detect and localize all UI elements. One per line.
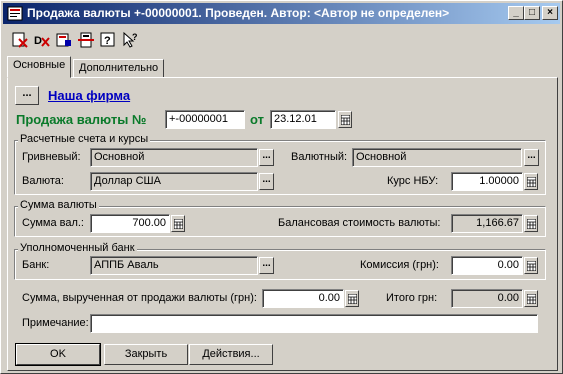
ok-button[interactable]: OK — [15, 343, 101, 366]
currency-select-button[interactable]: ... — [259, 173, 274, 190]
uah-account-field[interactable]: Основной — [90, 148, 258, 167]
total-label: Итого грн: — [386, 292, 438, 304]
delete-mark-icon[interactable] — [11, 31, 29, 49]
post-icon[interactable] — [55, 31, 73, 49]
uah-account-label: Гривневый: — [22, 151, 81, 163]
document-icon — [7, 6, 23, 21]
balance-calc-button[interactable] — [524, 215, 538, 232]
context-help-icon[interactable]: ? — [121, 31, 139, 49]
rate-calc-button[interactable] — [524, 173, 538, 190]
note-label: Примечание: — [22, 317, 89, 329]
firm-select-button[interactable]: ... — [15, 86, 39, 105]
rate-field[interactable]: 1.00000 — [451, 172, 523, 191]
tab-additional[interactable]: Дополнительно — [73, 59, 165, 77]
currency-field[interactable]: Доллар США — [90, 172, 258, 191]
firm-link[interactable]: Наша фирма — [48, 88, 130, 103]
window-title: Продажа валюты +-00000001. Проведен. Авт… — [27, 6, 450, 20]
total-calc-button[interactable] — [524, 290, 538, 307]
bank-field[interactable]: АППБ Аваль — [90, 256, 258, 275]
fx-account-field[interactable]: Основной — [352, 148, 522, 167]
sum-group-title: Сумма валюты — [18, 199, 99, 211]
help-icon[interactable]: ? — [99, 31, 117, 49]
calculator-icon — [174, 219, 183, 229]
proceeds-calc-button[interactable] — [345, 290, 359, 307]
svg-text:?: ? — [104, 35, 111, 47]
calculator-icon — [348, 294, 357, 304]
calendar-button[interactable] — [338, 111, 352, 128]
main-panel: ... Наша фирма Продажа валюты № +-000000… — [7, 77, 558, 371]
balance-field: 1,166.67 — [451, 214, 523, 233]
tab-main[interactable]: Основные — [7, 56, 72, 78]
calculator-icon — [527, 177, 536, 187]
date-field[interactable]: 23.12.01 — [270, 110, 336, 129]
accounts-group-title: Расчетные счета и курсы — [18, 133, 151, 145]
sum-calc-button[interactable] — [171, 215, 185, 232]
fee-calc-button[interactable] — [524, 257, 538, 274]
doc-number-field[interactable]: +-00000001 — [165, 110, 245, 129]
uah-account-select-button[interactable]: ... — [259, 149, 274, 166]
calculator-icon — [527, 294, 536, 304]
structure-icon[interactable] — [77, 31, 95, 49]
date-label: от — [250, 112, 264, 127]
currency-label: Валюта: — [22, 175, 64, 187]
bank-select-button[interactable]: ... — [259, 257, 274, 274]
bank-label: Банк: — [22, 259, 50, 271]
close-window-button[interactable]: × — [542, 6, 558, 20]
title-bar[interactable]: Продажа валюты +-00000001. Проведен. Авт… — [3, 3, 560, 24]
bank-group-title: Уполномоченный банк — [18, 242, 137, 254]
sum-label: Сумма вал.: — [22, 217, 84, 229]
calculator-icon — [527, 219, 536, 229]
svg-text:?: ? — [132, 32, 138, 42]
maximize-button[interactable]: □ — [524, 6, 540, 20]
sum-field[interactable]: 700.00 — [90, 214, 170, 233]
svg-text:D: D — [34, 35, 42, 47]
rate-label: Курс НБУ: — [387, 175, 439, 187]
fx-account-select-button[interactable]: ... — [524, 149, 539, 166]
actions-button[interactable]: Действия... — [189, 344, 273, 365]
fx-account-label: Валютный: — [291, 151, 348, 163]
calendar-icon — [341, 115, 350, 125]
fee-label: Комиссия (грн): — [360, 259, 439, 271]
calculator-icon — [527, 261, 536, 271]
total-field: 0.00 — [451, 289, 523, 308]
close-button[interactable]: Закрыть — [104, 344, 188, 365]
delete-icon[interactable]: D — [33, 31, 51, 49]
fee-field[interactable]: 0.00 — [451, 256, 523, 275]
doc-number-label: Продажа валюты № — [16, 112, 147, 127]
note-field[interactable] — [90, 314, 538, 333]
document-window: Продажа валюты +-00000001. Проведен. Авт… — [0, 0, 563, 374]
proceeds-label: Сумма, вырученная от продажи валюты (грн… — [22, 292, 257, 304]
minimize-button[interactable]: _ — [508, 6, 524, 20]
balance-label: Балансовая стоимость валюты: — [278, 217, 441, 229]
proceeds-field[interactable]: 0.00 — [262, 289, 344, 308]
